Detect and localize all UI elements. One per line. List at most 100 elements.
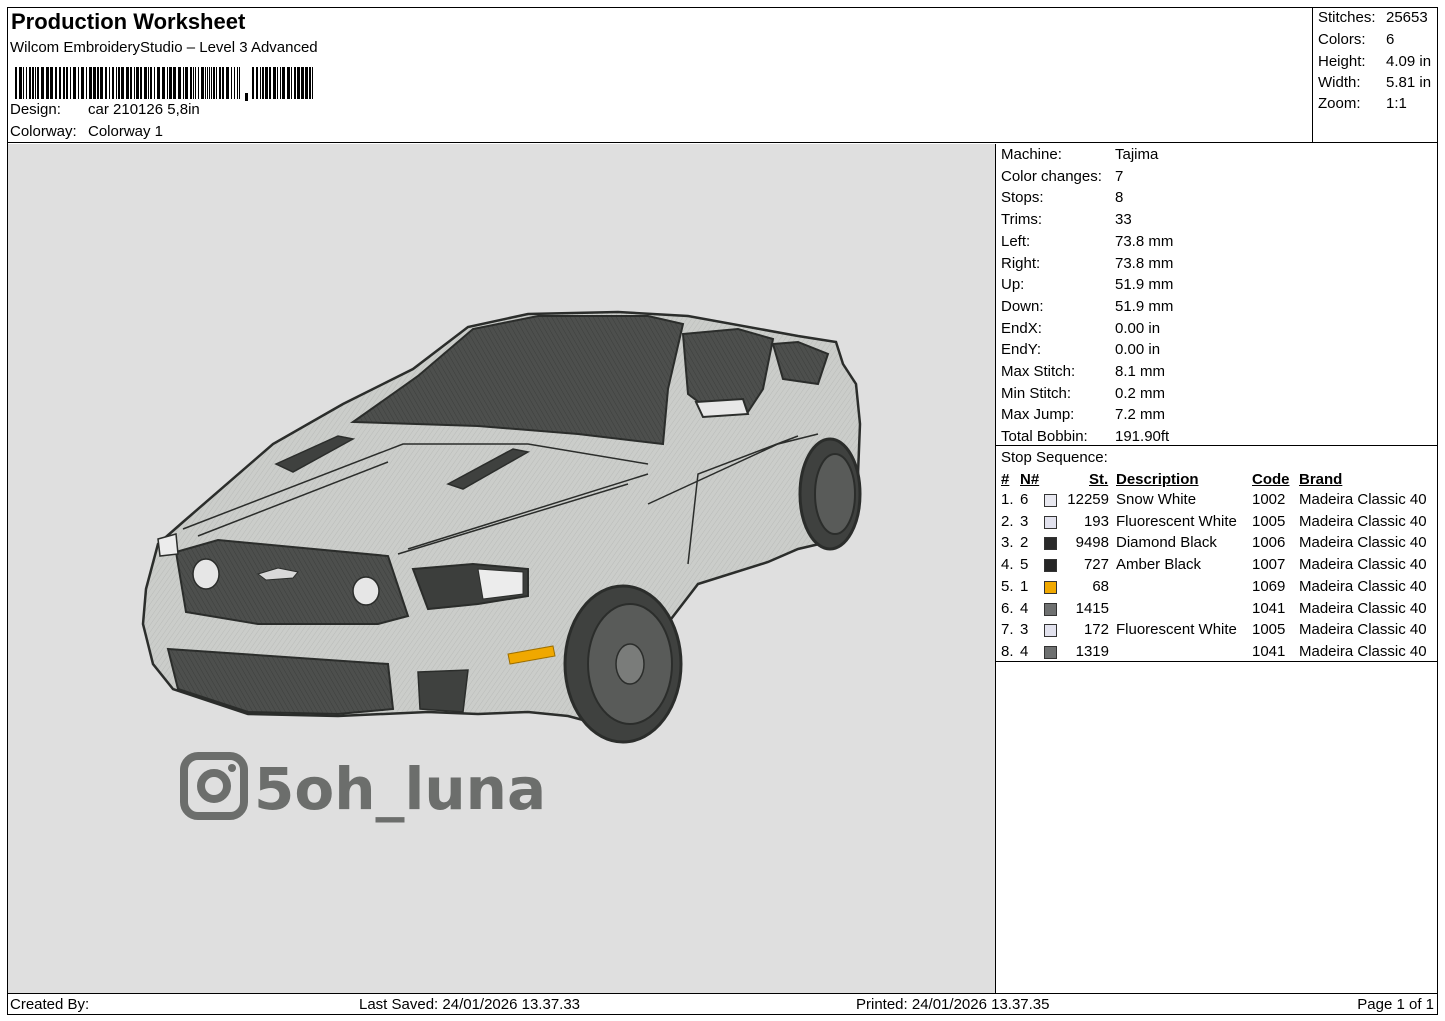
thread-code: 1041: [1252, 642, 1286, 660]
thread-code: 1005: [1252, 621, 1286, 639]
machine-info-label: Max Jump:: [1001, 406, 1075, 424]
stat-label: Stitches:: [1318, 9, 1376, 26]
thread-brand: Madeira Classic 40: [1299, 599, 1427, 617]
software-name: Wilcom EmbroideryStudio – Level 3 Advanc…: [10, 39, 318, 56]
thread-brand: Madeira Classic 40: [1299, 642, 1427, 660]
stat-label: Zoom:: [1318, 95, 1361, 112]
stitch-count: 12259: [1067, 491, 1109, 508]
thread-color-swatch: [1044, 602, 1057, 616]
thread-color-swatch: [1044, 494, 1057, 507]
stop-number: 1.: [1001, 491, 1014, 508]
thread-brand: Madeira Classic 40: [1299, 556, 1427, 574]
stop-sequence-row: 4. 5 727 Amber Black 1007 Madeira Classic 40: [996, 556, 1438, 577]
colorway-label: Colorway:: [10, 123, 77, 140]
machine-info-row: EndX: 0.00 in: [1001, 320, 1431, 340]
stat-width: Width: 5.81 in: [1318, 74, 1436, 94]
thread-description: Amber Black: [1116, 556, 1202, 574]
machine-info-label: Trims:: [1001, 211, 1043, 229]
thread-code: 1007: [1252, 556, 1286, 574]
thread-brand: Madeira Classic 40: [1299, 577, 1427, 595]
thread-brand: Madeira Classic 40: [1299, 491, 1427, 508]
machine-info-label: Right:: [1001, 254, 1041, 272]
machine-info-value: 8: [1115, 189, 1124, 207]
machine-info-row: Min Stitch: 0.2 mm: [1001, 385, 1431, 405]
thread-color-swatch: [1044, 580, 1057, 594]
stat-value: 5.81 in: [1386, 74, 1432, 91]
stat-stitches: Stitches: 25653: [1318, 9, 1436, 29]
colorway-value: Colorway 1: [88, 123, 164, 140]
machine-info-label: Machine:: [1001, 146, 1062, 163]
stat-value: 1:1: [1386, 95, 1407, 112]
machine-info-value: 0.00 in: [1115, 341, 1161, 359]
stat-value: 4.09 in: [1386, 53, 1432, 70]
thread-description: Fluorescent White: [1116, 621, 1237, 639]
machine-info-row: EndY: 0.00 in: [1001, 341, 1431, 361]
machine-info-value: 0.00 in: [1115, 319, 1161, 337]
thread-code: 1006: [1252, 534, 1286, 552]
machine-info-label: Total Bobbin:: [1001, 428, 1088, 446]
last-saved: Last Saved: 24/01/2026 13.37.33: [359, 996, 581, 1013]
page-title: Production Worksheet: [11, 9, 246, 34]
design-value: car 210126 5,8in: [88, 101, 200, 118]
stitch-count: 68: [1092, 577, 1109, 595]
stop-sequence-row: 6. 4 1415 1041 Madeira Classic 40: [996, 600, 1438, 621]
machine-info-label: Stops:: [1001, 189, 1044, 207]
needle-number: 4: [1020, 642, 1029, 660]
machine-info-label: EndY:: [1001, 341, 1042, 359]
machine-info-value: 7: [1115, 167, 1124, 185]
stitch-count: 727: [1083, 556, 1109, 574]
thread-color-swatch: [1044, 559, 1057, 573]
machine-info-row: Down: 51.9 mm: [1001, 298, 1431, 318]
instagram-icon: [180, 752, 248, 820]
machine-info-value: 0.2 mm: [1115, 384, 1166, 402]
machine-info-row: Color changes: 7: [1001, 168, 1431, 188]
machine-info-label: Left:: [1001, 232, 1031, 250]
needle-number: 2: [1020, 534, 1029, 552]
machine-info-panel: Machine: Tajima Color changes: 7 Stops: 8 Trim…: [996, 144, 1438, 446]
stat-label: Height:: [1318, 53, 1366, 70]
thread-description: Diamond Black: [1116, 534, 1217, 552]
stop-sequence-row: 7. 3 172 Fluorescent White 1005 Madeira Class…: [996, 621, 1438, 642]
machine-info-label: Down:: [1001, 297, 1044, 315]
machine-info-value: 33: [1115, 211, 1132, 229]
machine-info-row: Max Stitch: 8.1 mm: [1001, 363, 1431, 383]
thread-color-swatch: [1044, 624, 1057, 638]
stat-value: 6: [1386, 31, 1395, 48]
stat-label: Colors:: [1318, 31, 1366, 48]
stop-number: 6.: [1001, 599, 1014, 617]
colorway-row: Colorway: Colorway 1: [10, 123, 163, 140]
design-stats: Stitches: 25653 Colors: 6 Height: 4.09 in W…: [1313, 7, 1438, 143]
thread-description: Fluorescent White: [1116, 512, 1237, 530]
stop-sequence-row: 1. 6 12259 Snow White 1002 Madeira Classic 40: [996, 491, 1438, 512]
printed-date: Printed: 24/01/2026 13.37.35: [856, 996, 1050, 1013]
col-header-num: #: [1001, 471, 1010, 488]
needle-number: 3: [1020, 621, 1029, 639]
stop-number: 2.: [1001, 512, 1014, 530]
thread-color-swatch: [1044, 515, 1057, 529]
thread-brand: Madeira Classic 40: [1299, 512, 1427, 530]
thread-code: 1069: [1252, 577, 1286, 595]
thread-brand: Madeira Classic 40: [1299, 534, 1427, 552]
stitch-count: 1319: [1075, 642, 1109, 660]
needle-number: 3: [1020, 512, 1029, 530]
design-row: Design: car 210126 5,8in: [10, 101, 200, 118]
page-number: Page 1 of 1: [1357, 996, 1434, 1013]
machine-info-row: Right: 73.8 mm: [1001, 255, 1431, 275]
machine-info-label: Color changes:: [1001, 167, 1102, 185]
stitch-count: 193: [1083, 512, 1109, 530]
thread-color-swatch: [1044, 645, 1057, 659]
needle-number: 4: [1020, 599, 1029, 617]
stat-label: Width:: [1318, 74, 1361, 91]
machine-info-row: Stops: 8: [1001, 189, 1431, 209]
needle-number: 6: [1020, 491, 1029, 508]
design-label: Design:: [10, 101, 61, 118]
stop-number: 3.: [1001, 534, 1014, 552]
machine-info-label: EndX:: [1001, 319, 1042, 337]
stitch-count: 172: [1083, 621, 1109, 639]
stat-height: Height: 4.09 in: [1318, 53, 1436, 73]
machine-info-row: Max Jump: 7.2 mm: [1001, 406, 1431, 426]
stat-value: 25653: [1386, 9, 1428, 26]
stat-zoom: Zoom: 1:1: [1318, 95, 1436, 115]
stitch-count: 9498: [1075, 534, 1109, 552]
stitch-count: 1415: [1075, 599, 1109, 617]
